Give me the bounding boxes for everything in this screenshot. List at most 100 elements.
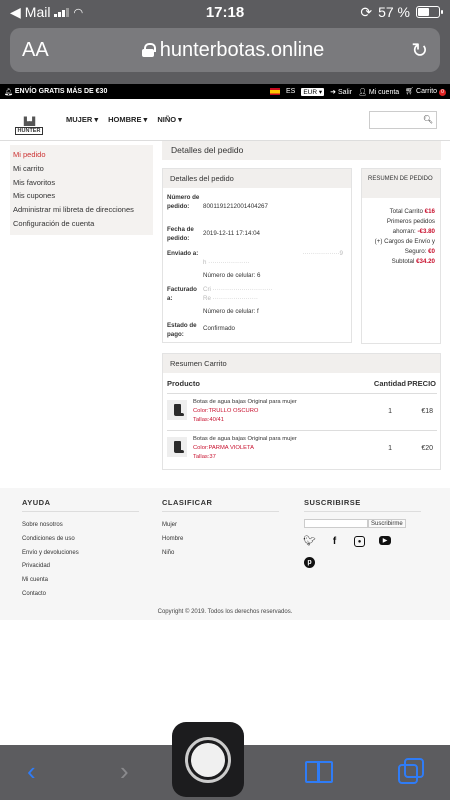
- summary-discount-value: -€3.80: [417, 228, 435, 235]
- boot-icon: [173, 404, 184, 416]
- cart-link[interactable]: 🛒︎ Carrito 0: [405, 87, 446, 96]
- lock-icon: [141, 43, 156, 57]
- nav-hombre-label: HOMBRE: [108, 115, 142, 124]
- product-qty: 1: [388, 445, 392, 452]
- footer-link-terms[interactable]: Condiciones de uso: [22, 533, 139, 547]
- logout-link[interactable]: ➜ Salir: [330, 88, 352, 96]
- nav-nino-label: NIÑO: [157, 115, 177, 124]
- nav-mujer[interactable]: MUJER ▾: [66, 115, 98, 124]
- payment-status-value: Confirmado: [203, 325, 235, 332]
- twitter-icon[interactable]: 🐦︎: [303, 536, 316, 547]
- back-chevron-icon[interactable]: ‹: [27, 756, 36, 787]
- billed-label: Facturado a:: [167, 286, 197, 302]
- sidebar-item-direcciones[interactable]: Administrar mi libreta de direcciones: [13, 203, 150, 217]
- pinterest-icon[interactable]: p: [304, 557, 315, 568]
- product-name[interactable]: Botas de agua bajas Original para mujer: [193, 398, 362, 407]
- nav-mujer-label: MUJER: [66, 115, 93, 124]
- assistive-touch-button[interactable]: [172, 722, 244, 797]
- footer-classify-title: CLASIFICAR: [162, 498, 279, 512]
- billed-row: Facturado a: Cri ·······················…: [167, 286, 347, 317]
- product-thumbnail[interactable]: [167, 400, 187, 420]
- shipped-address-blur-2: h ····················: [203, 258, 250, 266]
- sidebar-item-configuracion[interactable]: Configuración de cuenta: [13, 217, 150, 231]
- facebook-icon[interactable]: f: [329, 536, 340, 547]
- sidebar-item-mi-carrito[interactable]: Mi carrito: [13, 162, 150, 176]
- footer-link-hombre[interactable]: Hombre: [162, 533, 279, 547]
- spain-flag-icon: [270, 88, 280, 95]
- carrier-label: Mail: [24, 4, 51, 20]
- account-link[interactable]: 👤︎ Mi cuenta: [358, 88, 399, 96]
- order-summary-title: RESUMEN DE PEDIDO: [362, 169, 440, 198]
- cart-row: Botas de agua bajas Original para mujer …: [167, 393, 437, 430]
- product-price: €20: [421, 445, 433, 452]
- order-number-label: Número de pedido:: [167, 194, 200, 210]
- summary-subtotal-value: €34.20: [416, 258, 435, 265]
- footer-link-account[interactable]: Mi cuenta: [22, 574, 139, 588]
- language-label[interactable]: ES: [286, 88, 295, 95]
- billed-blur-1: Cri: [203, 286, 211, 293]
- product-name[interactable]: Botas de agua bajas Original para mujer: [193, 435, 362, 444]
- subscribe-email-input[interactable]: [304, 519, 368, 528]
- address-bar[interactable]: AA hunterbotas.online ↻: [10, 28, 440, 72]
- status-bar: ◀ Mail ◠ 17:18 ⟳ 57 %: [0, 0, 450, 24]
- boot-icon: [173, 441, 184, 453]
- reload-icon[interactable]: ↻: [404, 38, 428, 63]
- search-input[interactable]: 🔍︎: [369, 110, 437, 129]
- col-quantity: Cantidad: [373, 379, 406, 388]
- summary-total-label: Total Carrito: [389, 208, 423, 215]
- instagram-icon[interactable]: ●: [354, 536, 365, 547]
- footer-help-column: AYUDA Sobre nosotros Condiciones de uso …: [22, 498, 139, 602]
- shipped-blur-1: 9: [339, 250, 343, 257]
- reader-aa-button[interactable]: AA: [22, 39, 62, 62]
- summary-subtotal-label: Subtotal: [391, 258, 415, 265]
- order-date-value: 2019-12-11 17:14:04: [203, 230, 260, 237]
- url-text[interactable]: hunterbotas.online: [160, 39, 325, 62]
- product-thumbnail[interactable]: [167, 437, 187, 457]
- tabs-icon[interactable]: [398, 758, 426, 786]
- search-icon[interactable]: 🔍︎: [423, 115, 433, 124]
- product-qty: 1: [388, 408, 392, 415]
- subscribe-button[interactable]: Suscribirme: [368, 519, 406, 528]
- nav-nino[interactable]: NIÑO ▾: [157, 115, 182, 124]
- summary-shipping-value: €0: [428, 248, 435, 255]
- copyright-text: Copyright © 2019. Todos los derechos res…: [157, 609, 293, 615]
- footer-link-about[interactable]: Sobre nosotros: [22, 519, 139, 533]
- product-price: €18: [421, 408, 433, 415]
- order-date-label: Fecha de pedido:: [167, 226, 194, 242]
- sidebar-item-cupones[interactable]: Mis cupones: [13, 189, 150, 203]
- sidebar-item-favoritos[interactable]: Mis favoritos: [13, 176, 150, 190]
- hunter-logo[interactable]: ▙▟ HUNTER: [13, 105, 45, 135]
- cart-label: Carrito: [416, 88, 438, 95]
- currency-select[interactable]: EUR ▾: [301, 87, 325, 96]
- payment-status-label: Estado de pago:: [167, 322, 197, 338]
- bell-icon: 🔔︎: [4, 88, 13, 96]
- forward-chevron-icon[interactable]: ›: [120, 756, 129, 787]
- order-date-row: Fecha de pedido: 2019-12-11 17:14:04: [167, 226, 347, 243]
- logout-label: Salir: [337, 88, 352, 96]
- shipped-phone: Número de celular: 6: [203, 272, 261, 279]
- cart-summary-box: Resumen Carrito Producto Cantidad PRECIO…: [162, 353, 441, 470]
- footer-link-contact[interactable]: Contacto: [22, 588, 139, 602]
- sidebar-item-mi-pedido[interactable]: Mi pedido: [13, 148, 150, 162]
- back-arrow-icon[interactable]: ◀: [10, 4, 21, 21]
- product-color: Color:TRULLO OSCURO: [193, 408, 259, 414]
- footer-subscribe-title: SUSCRIBIRSE: [304, 498, 421, 512]
- billed-address-blur: Cri ·····························: [203, 286, 273, 293]
- footer-link-nino[interactable]: Niño: [162, 547, 279, 561]
- logo-text: HUNTER: [14, 126, 44, 135]
- account-label: Mi cuenta: [368, 88, 400, 96]
- main-nav: MUJER ▾ HOMBRE ▾ NIÑO ▾: [66, 115, 182, 124]
- cart-count-badge: 0: [439, 89, 446, 96]
- summary-shipping-label: (+) Cargos de Envío y Seguro:: [374, 238, 435, 255]
- shipped-address-blur: ··················9: [302, 250, 343, 257]
- summary-discount-row: Primeros pedidos ahorran: -€3.80: [364, 217, 435, 237]
- nav-hombre[interactable]: HOMBRE ▾: [108, 115, 147, 124]
- bookmarks-icon[interactable]: [305, 761, 333, 783]
- footer-link-shipping[interactable]: Envío y devoluciones: [22, 547, 139, 561]
- footer-link-mujer[interactable]: Mujer: [162, 519, 279, 533]
- footer-link-privacy[interactable]: Privacidad: [22, 560, 139, 574]
- youtube-icon[interactable]: ▶: [379, 536, 391, 545]
- shipped-blur-2: h: [203, 258, 207, 266]
- footer-help-title: AYUDA: [22, 498, 139, 512]
- footer-classify-column: CLASIFICAR Mujer Hombre Niño: [162, 498, 279, 560]
